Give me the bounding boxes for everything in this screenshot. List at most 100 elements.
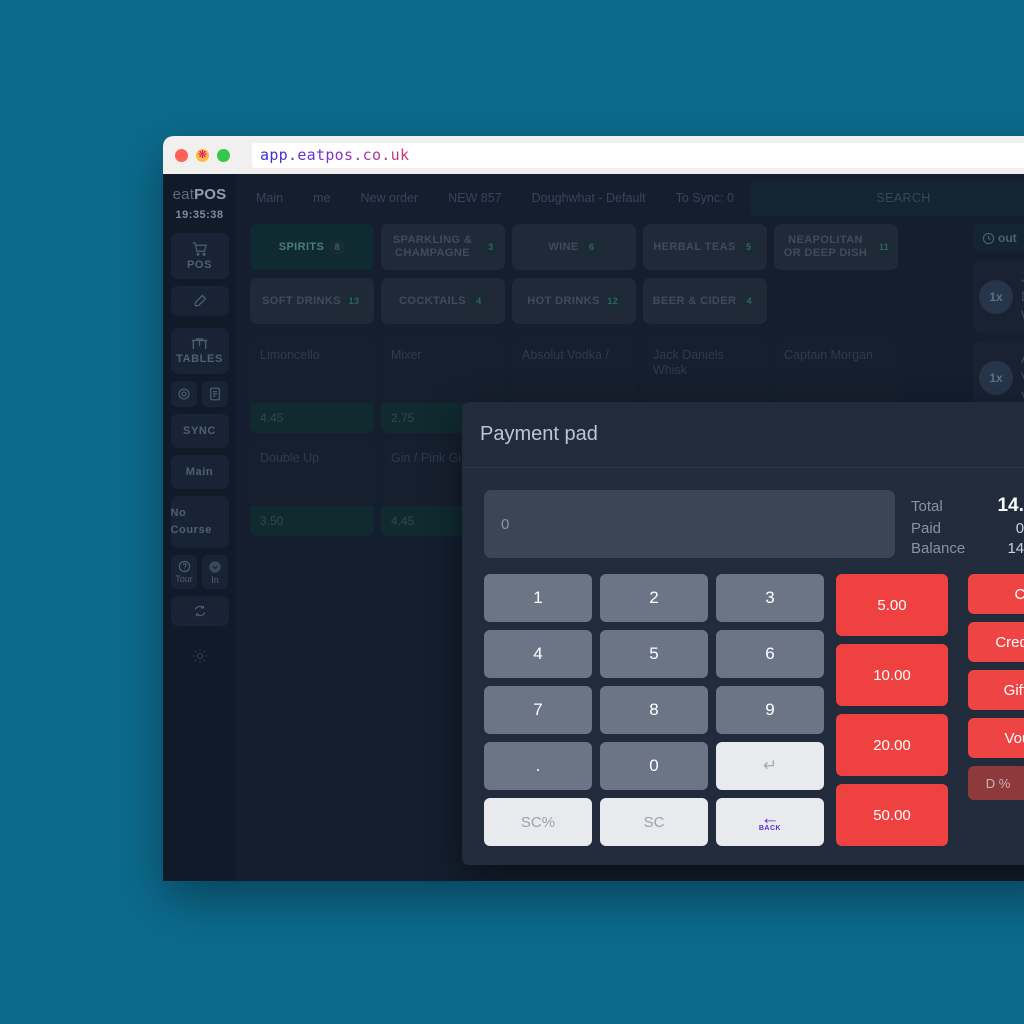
sidebar-item-label: TABLES [176,353,223,365]
discount-row: D % [968,766,1024,800]
sidebar-item-sync[interactable]: SYNC [170,414,229,448]
search-input[interactable]: SEARCH [749,180,1024,216]
gear-icon [177,387,191,401]
category-count: 11 [876,239,892,255]
key-3[interactable]: 3 [716,574,824,622]
list-icon [209,387,221,401]
category-herbal-teas[interactable]: HERBAL TEAS 5 [643,224,767,270]
order-item-qty: 1x [979,279,1013,314]
key-2[interactable]: 2 [600,574,708,622]
sidebar: eatPOS 19:35:38 POS TABLES SYNC Main No … [163,174,236,881]
key-7[interactable]: 7 [484,686,592,734]
amount-input[interactable]: 0 [484,490,895,558]
key-1[interactable]: 1 [484,574,592,622]
total-value: 14.65 [997,495,1024,516]
tab-new-order[interactable]: New order [346,180,432,216]
pay-gift-card-button[interactable]: Gift card [968,670,1024,710]
payment-pad-body: 0 Total 14.65 Paid 0.00 Balance 14.65 [462,468,1024,865]
category-soft-drinks[interactable]: SOFT DRINKS 13 [250,278,374,324]
category-label: SPIRITS [278,240,325,253]
enter-key[interactable]: ↵ [716,742,824,790]
product-name: Captain Morgan [784,348,873,362]
sidebar-item-in[interactable]: In [202,555,228,589]
top-bar: Main me New order NEW 857 Doughwhat - De… [236,174,1024,216]
zoom-window-button[interactable] [217,148,230,162]
product-tile[interactable]: Limoncello 4.45 [250,338,374,433]
product-name: Absolut Vodka / [522,348,609,362]
quick-amount-10[interactable]: 10.00 [836,644,948,706]
service-charge-percent-key[interactable]: SC% [484,798,592,846]
product-name: Limoncello [260,348,320,362]
browser-chrome: ❋ app.eatpos.co.uk [163,136,1024,174]
pay-cash-button[interactable]: Cash [968,574,1024,614]
tab-main[interactable]: Main [242,180,297,216]
quick-amount-column: 5.00 10.00 20.00 50.00 [836,574,948,846]
key-5[interactable]: 5 [600,630,708,678]
product-price: 4.45 [250,403,374,433]
paid-row: Paid 0.00 [911,520,1024,537]
category-beer-cider[interactable]: BEER & CIDER 4 [643,278,767,324]
traffic-lights: ❋ [175,148,230,162]
category-neapolitan-or-deep-dish[interactable]: NEAPOLITAN OR DEEP DISH 11 [774,224,898,270]
category-count: 8 [329,239,346,255]
total-row: Total 14.65 [911,495,1024,517]
back-key[interactable]: ← BACK [716,798,824,846]
browser-window: ❋ app.eatpos.co.uk eatPOS 19:35:38 POS T… [163,136,1024,881]
category-label: HERBAL TEAS [653,240,736,253]
quick-amount-5[interactable]: 5.00 [836,574,948,636]
tab-to-sync[interactable]: To Sync: 0 [662,180,748,216]
balance-row: Balance 14.65 [911,540,1024,557]
category-count: 12 [604,293,621,309]
key-6[interactable]: 6 [716,630,824,678]
key-8[interactable]: 8 [600,686,708,734]
category-wine[interactable]: WINE 6 [512,224,636,270]
service-charge-key[interactable]: SC [600,798,708,846]
brightness-icon[interactable] [192,648,208,664]
quick-amount-50[interactable]: 50.00 [836,784,948,846]
category-spirits[interactable]: SPIRITS 8 [250,224,374,270]
sidebar-tour-row: Tour In [171,555,228,589]
sidebar-item-tour[interactable]: Tour [171,555,197,589]
pos-application: eatPOS 19:35:38 POS TABLES SYNC Main No … [163,174,1024,881]
totals-summary: Total 14.65 Paid 0.00 Balance 14.65 [911,490,1024,558]
app-logo: eatPOS [172,186,227,203]
sidebar-item-main[interactable]: Main [170,455,229,489]
close-window-button[interactable] [175,148,188,162]
key-0[interactable]: 0 [600,742,708,790]
balance-value: 14.65 [1007,540,1024,557]
tab-new-857[interactable]: NEW 857 [434,180,516,216]
key-9[interactable]: 9 [716,686,824,734]
product-price: 3.50 [250,506,374,536]
key-decimal[interactable]: . [484,742,592,790]
pay-credit-card-button[interactable]: Credit card [968,622,1024,662]
table-icon [191,337,208,350]
key-4[interactable]: 4 [484,630,592,678]
minimize-window-button[interactable]: ❋ [196,148,209,162]
quick-amount-20[interactable]: 20.00 [836,714,948,776]
category-cocktails[interactable]: COCKTAILS 4 [381,278,505,324]
address-bar[interactable]: app.eatpos.co.uk [252,142,1024,168]
sidebar-item-orders[interactable] [202,381,228,407]
clock-out-button[interactable]: out [973,224,1024,252]
sidebar-item-no-course[interactable]: No Course [170,496,229,548]
order-item[interactable]: 1x Jack Daniels Whisk [973,260,1024,333]
sidebar-tour-label: Tour [175,574,193,584]
sidebar-item-settings[interactable] [171,381,197,407]
category-sparkling-champagne[interactable]: SPARKLING & CHAMPAGNE 3 [381,224,505,270]
sidebar-item-pen[interactable] [170,286,229,316]
category-label: HOT DRINKS [527,294,600,307]
pay-voucher-button[interactable]: Voucher [968,718,1024,758]
numeric-keypad: 1 2 3 4 5 6 7 8 9 . 0 ↵ SC% SC ← BACK [484,574,824,846]
discount-percent-button[interactable]: D % [968,766,1024,800]
tab-doughwhat-default[interactable]: Doughwhat - Default [518,180,660,216]
category-count: 3 [483,239,499,255]
paid-label: Paid [911,520,942,537]
product-tile[interactable]: Double Up 3.50 [250,441,374,536]
category-hot-drinks[interactable]: HOT DRINKS 12 [512,278,636,324]
sidebar-item-tables[interactable]: TABLES [170,328,229,374]
product-name: Double Up [260,451,320,465]
tab-me[interactable]: me [299,180,344,216]
cursor-icon: ❋ [197,148,208,161]
sidebar-item-pos[interactable]: POS [170,233,229,279]
sidebar-item-refresh[interactable] [170,596,229,626]
